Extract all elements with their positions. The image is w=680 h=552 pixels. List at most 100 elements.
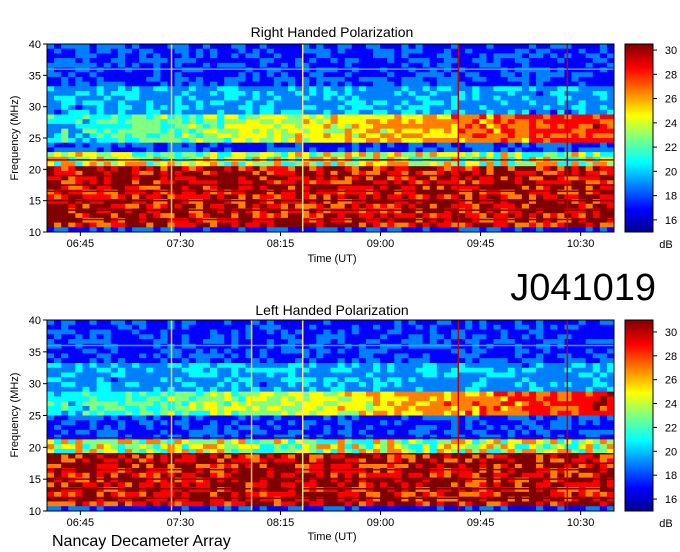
spectrogram-cell: [82, 334, 90, 340]
spectrogram-cell: [259, 76, 268, 82]
spectrogram-cell: [536, 86, 544, 92]
spectrogram-cell: [323, 353, 331, 359]
spectrogram-cell: [337, 100, 346, 106]
spectrogram-cell: [571, 114, 579, 120]
spectrogram-cell: [578, 142, 587, 148]
spectrogram-cell: [578, 81, 587, 87]
spectrogram-cell: [401, 199, 409, 205]
spectrogram-cell: [89, 329, 98, 335]
spectrogram-cell: [47, 217, 55, 223]
spectrogram-cell: [330, 324, 338, 330]
spectrogram-cell: [486, 133, 494, 139]
spectrogram-cell: [351, 353, 360, 359]
spectrogram-cell: [323, 343, 331, 350]
spectrogram-cell: [479, 114, 487, 120]
spectrogram-cell: [75, 377, 83, 383]
spectrogram-cell: [61, 123, 69, 129]
spectrogram-cell: [500, 353, 509, 359]
spectrogram-cell: [89, 114, 98, 120]
spectrogram-cell: [110, 62, 119, 68]
spectrogram-cell: [238, 217, 246, 223]
spectrogram-cell: [380, 367, 388, 373]
spectrogram-cell: [493, 372, 501, 378]
spectrogram-cell: [217, 194, 225, 200]
spectrogram-cell: [465, 119, 473, 125]
spectrogram-cell: [316, 222, 324, 228]
spectrogram-cell: [358, 372, 367, 378]
spectrogram-cell: [365, 175, 374, 181]
spectrogram-cell: [330, 86, 338, 92]
spectrogram-cell: [47, 382, 55, 388]
spectrogram-cell: [61, 53, 69, 59]
spectrogram-cell: [245, 217, 253, 223]
spectrogram-cell: [344, 401, 353, 407]
spectrogram-cell: [295, 161, 303, 167]
spectrogram-cell: [557, 320, 565, 326]
spectrogram-cell: [550, 109, 558, 115]
spectrogram-cell: [387, 48, 395, 54]
spectrogram-cell: [238, 161, 246, 167]
spectrogram-cell: [146, 166, 154, 172]
spectrogram-cell: [514, 353, 523, 359]
spectrogram-cell: [394, 401, 402, 407]
spectrogram-cell: [280, 76, 289, 82]
spectrogram-cell: [139, 329, 147, 335]
spectrogram-cell: [287, 147, 296, 153]
spectrogram-cell: [323, 123, 331, 129]
spectrogram-cell: [585, 114, 594, 120]
spectrogram-cell: [259, 62, 268, 68]
spectrogram-cell: [380, 175, 388, 181]
spectrogram-cell: [472, 372, 480, 378]
spectrogram-cell: [429, 185, 438, 191]
spectrogram-cell: [422, 362, 431, 369]
spectrogram-cell: [550, 329, 558, 335]
spectrogram-cell: [394, 329, 402, 335]
spectrogram-cell: [188, 358, 197, 364]
spectrogram-cell: [550, 203, 558, 209]
spectrogram-cell: [337, 138, 346, 144]
spectrogram-cell: [146, 405, 154, 412]
spectrogram-cell: [132, 410, 140, 416]
spectrogram-cell: [252, 119, 261, 125]
spectrogram-cell: [550, 405, 558, 412]
spectrogram-cell: [408, 199, 416, 205]
spectrogram-cell: [507, 147, 516, 153]
spectrogram-cell: [585, 76, 594, 82]
spectrogram-cell: [210, 329, 218, 335]
spectrogram-cell: [188, 175, 197, 181]
spectrogram-cell: [521, 353, 530, 359]
spectrogram-cell: [401, 339, 409, 345]
spectrogram-cell: [571, 222, 579, 228]
spectrogram-cell: [117, 329, 126, 335]
spectrogram-cell: [500, 362, 509, 369]
spectrogram-cell: [146, 67, 154, 73]
spectrogram-cell: [195, 353, 204, 359]
spectrogram-cell: [528, 53, 537, 59]
spectrogram-cell: [68, 401, 76, 407]
spectrogram-cell: [259, 44, 268, 50]
spectrogram-cell: [132, 62, 140, 68]
spectrogram-cell: [486, 401, 494, 407]
spectrogram-cell: [252, 320, 261, 326]
spectrogram-cell: [188, 53, 197, 59]
spectrogram-cell: [450, 396, 459, 402]
spectrogram-cell: [323, 348, 331, 354]
spectrogram-cell: [287, 353, 296, 359]
spectrogram-cell: [238, 334, 246, 340]
spectrogram-cell: [146, 138, 154, 144]
spectrogram-cell: [592, 343, 601, 350]
spectrogram-cell: [536, 329, 544, 335]
spectrogram-cell: [344, 123, 353, 129]
spectrogram-cell: [195, 95, 204, 101]
spectrogram-cell: [153, 203, 161, 209]
spectrogram-cell: [550, 386, 558, 393]
spectrogram-cell: [252, 343, 261, 350]
spectrogram-cell: [132, 114, 140, 120]
spectrogram-cell: [195, 386, 204, 393]
spectrogram-cell: [287, 166, 296, 172]
spectrogram-cell: [401, 405, 409, 412]
spectrogram-cell: [500, 320, 509, 326]
spectrogram-cell: [252, 353, 261, 359]
spectrogram-cell: [160, 386, 168, 393]
spectrogram-cell: [217, 44, 225, 50]
